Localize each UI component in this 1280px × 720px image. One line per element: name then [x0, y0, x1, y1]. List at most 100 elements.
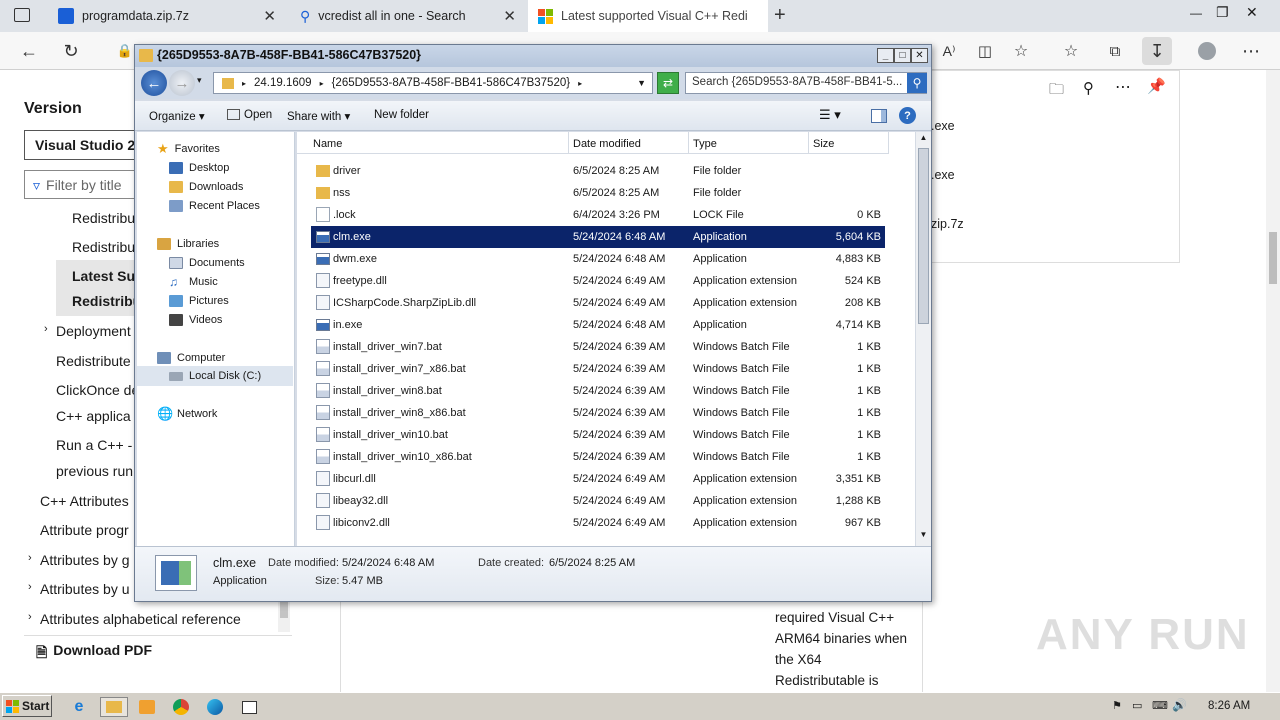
file-row[interactable]: nss 6/5/2024 8:25 AM File folder — [311, 182, 885, 204]
more-icon[interactable]: ⋯ — [1115, 77, 1131, 97]
download-item-name[interactable]: zip.7z — [931, 217, 964, 231]
tray-monitor-icon[interactable]: ▭ — [1132, 699, 1142, 712]
column-header-name[interactable]: Name — [297, 132, 569, 154]
scroll-thumb[interactable] — [918, 148, 929, 324]
add-favorite-icon[interactable]: ☆ — [1006, 37, 1036, 65]
read-aloud-icon[interactable]: A⁾ — [934, 37, 964, 65]
nav-local-disk[interactable]: Local Disk (C:) — [169, 367, 261, 385]
column-header-type[interactable]: Type — [689, 132, 809, 154]
toc-item[interactable]: Attributes by g — [40, 552, 130, 568]
pin-icon[interactable]: 📌 — [1147, 77, 1166, 95]
breadcrumb-separator-icon[interactable]: ▸ — [578, 79, 582, 88]
toc-item[interactable]: previous run — [56, 463, 133, 479]
share-with-button[interactable]: Share with ▾ — [287, 109, 350, 123]
toc-item[interactable]: Attributes by u — [40, 581, 130, 597]
maximize-button[interactable]: □ — [894, 48, 911, 63]
toc-item[interactable]: Redistribu — [72, 239, 135, 255]
file-row[interactable]: install_driver_win8.bat 5/24/2024 6:39 AM… — [311, 380, 885, 402]
version-select[interactable]: Visual Studio 20 — [24, 130, 144, 160]
close-button[interactable]: ✕ — [911, 48, 928, 63]
nav-favorites[interactable]: ★ Favorites — [157, 140, 220, 158]
toc-item-selected[interactable]: Latest Sup — [72, 268, 144, 284]
file-row[interactable]: driver 6/5/2024 8:25 AM File folder — [311, 160, 885, 182]
tab-actions-icon[interactable] — [14, 8, 30, 22]
refresh-icon[interactable]: ⇄ — [657, 72, 679, 94]
download-item-name[interactable]: .exe — [931, 119, 955, 133]
open-button[interactable]: Open — [227, 109, 272, 121]
file-row[interactable]: .lock 6/4/2024 3:26 PM LOCK File 0 KB — [311, 204, 885, 226]
edge-icon[interactable] — [204, 697, 226, 717]
downloads-icon[interactable]: ↧ — [1142, 37, 1172, 65]
chevron-right-icon[interactable]: › — [28, 581, 32, 593]
close-icon[interactable]: ✕ — [263, 7, 276, 25]
breadcrumb-separator-icon[interactable]: ▸ — [320, 79, 324, 88]
nav-pictures[interactable]: Pictures — [169, 292, 229, 310]
page-scrollbar[interactable] — [1266, 70, 1280, 692]
search-icon[interactable]: ⚲ — [907, 73, 927, 93]
toc-item[interactable]: Deployment — [56, 323, 131, 339]
tab-programdata[interactable]: programdata.zip.7z ✕ — [48, 0, 286, 32]
explorer-taskbar-icon[interactable] — [100, 697, 128, 717]
tray-volume-icon[interactable]: 🔊 — [1172, 698, 1187, 712]
file-row[interactable]: libeay32.dll 5/24/2024 6:49 AM Application… — [311, 490, 885, 512]
download-pdf-link[interactable]: 🗎 Download PDF — [36, 642, 152, 666]
new-folder-button[interactable]: New folder — [374, 109, 429, 121]
toc-item[interactable]: Attributes alphabetical reference — [40, 611, 241, 627]
download-item-name[interactable]: .exe — [931, 168, 955, 182]
toc-item[interactable]: Redistribute — [56, 353, 131, 369]
view-options-icon[interactable]: ☰ ▾ — [819, 107, 841, 123]
address-dropdown-icon[interactable]: ▼ — [637, 78, 646, 88]
breadcrumb-separator-icon[interactable]: ▸ — [242, 79, 246, 88]
search-input[interactable]: Search {265D9553-8A7B-458F-BB41-5... — [685, 72, 927, 94]
history-chevron-icon[interactable]: ▾ — [197, 75, 202, 86]
nav-desktop[interactable]: Desktop — [169, 159, 229, 177]
internet-explorer-icon[interactable]: e — [68, 697, 90, 717]
search-icon[interactable]: ⚲ — [1083, 79, 1094, 97]
file-row[interactable]: in.exe 5/24/2024 6:48 AM Application 4,714 … — [311, 314, 885, 336]
toc-scrollbar[interactable] — [278, 598, 290, 632]
explorer-title-bar[interactable]: {265D9553-8A7B-458F-BB41-586C47B37520} _… — [135, 45, 931, 67]
breadcrumb-item[interactable]: {265D9553-8A7B-458F-BB41-586C47B37520} — [332, 77, 571, 89]
filter-input[interactable]: ▿ Filter by title — [24, 170, 144, 199]
file-list-scrollbar[interactable]: ▲ ▼ — [915, 132, 931, 546]
more-icon[interactable]: ⋯ — [1236, 37, 1266, 65]
file-row[interactable]: install_driver_win7.bat 5/24/2024 6:39 AM… — [311, 336, 885, 358]
media-player-icon[interactable] — [136, 697, 158, 717]
chevron-right-icon[interactable]: › — [44, 323, 48, 335]
refresh-icon[interactable]: ↻ — [56, 37, 86, 65]
preview-pane-icon[interactable] — [871, 109, 887, 123]
window-minimize-button[interactable]: — — [1190, 6, 1202, 20]
start-button[interactable]: Start — [2, 695, 52, 717]
toc-item[interactable]: Attribute progr — [40, 522, 129, 538]
file-row[interactable]: freetype.dll 5/24/2024 6:49 AM Application… — [311, 270, 885, 292]
breadcrumb-item[interactable]: 24.19.1609 — [254, 77, 312, 89]
window-restore-button[interactable]: ❐ — [1216, 4, 1229, 21]
nav-network[interactable]: 🌐 Network — [157, 405, 217, 423]
close-icon[interactable]: ✕ — [503, 7, 516, 25]
minimize-button[interactable]: _ — [877, 48, 894, 63]
file-row[interactable]: libcurl.dll 5/24/2024 6:49 AM Application … — [311, 468, 885, 490]
window-close-button[interactable]: ✕ — [1246, 4, 1258, 21]
chrome-icon[interactable] — [170, 697, 192, 717]
back-icon[interactable]: ← — [141, 70, 167, 96]
toc-item[interactable]: Run a C++ - — [56, 437, 132, 453]
favorites-icon[interactable]: ☆ — [1056, 37, 1086, 65]
nav-recent-places[interactable]: Recent Places — [169, 197, 260, 215]
nav-downloads[interactable]: Downloads — [169, 178, 243, 196]
scroll-up-icon[interactable]: ▲ — [917, 133, 930, 147]
file-row[interactable]: clm.exe 5/24/2024 6:48 AM Application 5,604… — [311, 226, 885, 248]
window-switcher-icon[interactable] — [238, 697, 260, 717]
help-icon[interactable]: ? — [899, 107, 916, 124]
toc-item[interactable]: Redistribu — [72, 210, 135, 226]
tab-search[interactable]: ⚲ vcredist all in one - Search ✕ — [290, 0, 526, 32]
toc-item[interactable]: C++ applica — [56, 408, 131, 424]
file-row[interactable]: install_driver_win8_x86.bat 5/24/2024 6:3… — [311, 402, 885, 424]
column-header-date[interactable]: Date modified — [569, 132, 689, 154]
file-row[interactable]: ICSharpCode.SharpZipLib.dll 5/24/2024 6:4… — [311, 292, 885, 314]
file-row[interactable]: install_driver_win10_x86.bat 5/24/2024 6:… — [311, 446, 885, 468]
tray-network-icon[interactable]: ⌨ — [1152, 699, 1168, 712]
nav-documents[interactable]: Documents — [169, 254, 245, 272]
file-row[interactable]: install_driver_win10.bat 5/24/2024 6:39 A… — [311, 424, 885, 446]
toc-item-selected[interactable]: Redistribu — [72, 293, 141, 309]
scroll-down-icon[interactable]: ▼ — [917, 530, 930, 544]
